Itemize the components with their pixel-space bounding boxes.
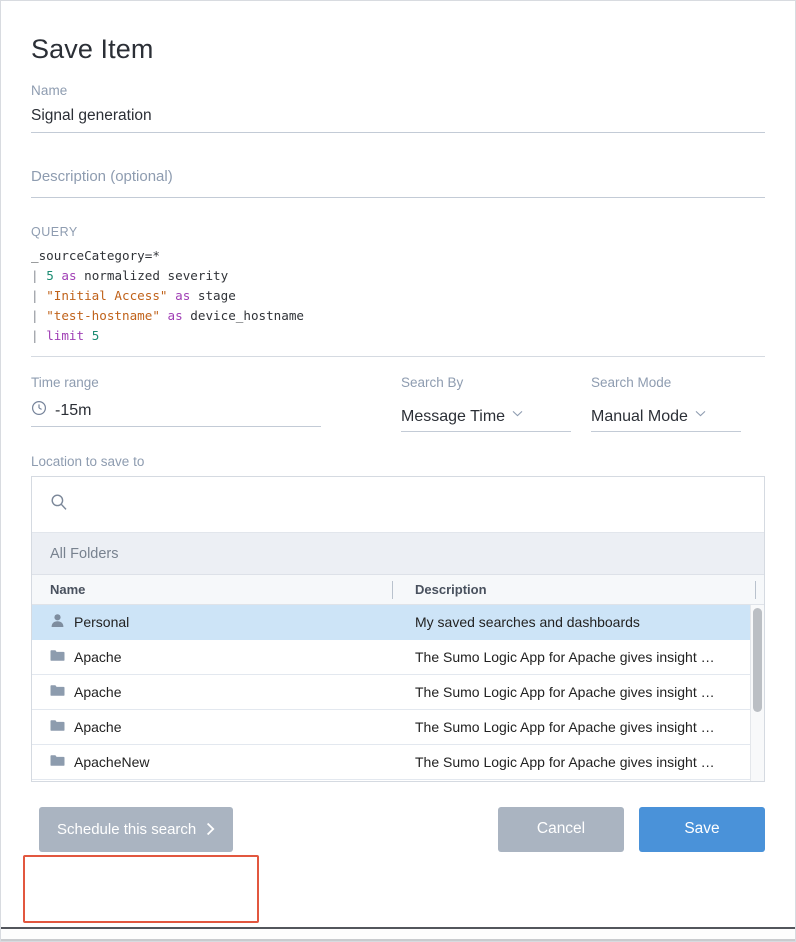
time-range-value: -15m bbox=[55, 402, 91, 420]
description-input[interactable] bbox=[31, 168, 765, 198]
row-name-cell: Apache bbox=[32, 684, 393, 700]
row-name: Apache bbox=[74, 719, 121, 735]
save-item-dialog: Save Item Name QUERY _sourceCategory=* |… bbox=[1, 1, 795, 927]
table-row[interactable]: Apache The Sumo Logic App for Apache giv… bbox=[32, 640, 764, 675]
description-field-group bbox=[31, 168, 765, 198]
cancel-button[interactable]: Cancel bbox=[498, 807, 624, 852]
folder-table-body: Personal My saved searches and dashboard… bbox=[32, 605, 764, 781]
search-by-group: Search By Message Time bbox=[401, 375, 571, 432]
search-mode-value: Manual Mode bbox=[591, 408, 688, 426]
chevron-right-icon bbox=[206, 822, 215, 836]
name-label: Name bbox=[31, 83, 765, 98]
row-description: The Sumo Logic App for Apache gives insi… bbox=[393, 754, 764, 770]
time-range-control[interactable]: -15m bbox=[31, 396, 321, 427]
schedule-this-search-button[interactable]: Schedule this search bbox=[39, 807, 233, 852]
query-section: QUERY _sourceCategory=* | 5 as normalize… bbox=[31, 225, 765, 357]
column-divider[interactable] bbox=[755, 581, 756, 599]
name-field-group: Name bbox=[31, 83, 765, 133]
folder-picker-panel: All Folders Name Description bbox=[31, 476, 765, 782]
chevron-down-icon bbox=[695, 404, 706, 422]
row-name-cell: ApacheNew bbox=[32, 754, 393, 770]
folder-icon bbox=[50, 754, 65, 770]
folder-table-header: Name Description bbox=[32, 575, 764, 605]
table-row[interactable]: ApacheNew The Sumo Logic App for Apache … bbox=[32, 745, 764, 780]
row-description: The Sumo Logic App for Apache gives insi… bbox=[393, 684, 764, 700]
folder-icon bbox=[50, 719, 65, 735]
search-by-select[interactable]: Message Time bbox=[401, 398, 571, 432]
folder-search-row bbox=[32, 477, 764, 533]
search-icon bbox=[50, 493, 68, 516]
row-description: The Sumo Logic App for Apache gives insi… bbox=[393, 719, 764, 735]
location-label: Location to save to bbox=[31, 454, 765, 469]
time-range-label: Time range bbox=[31, 375, 331, 390]
chevron-down-icon bbox=[512, 404, 523, 422]
search-mode-label: Search Mode bbox=[591, 375, 741, 390]
person-icon bbox=[50, 613, 65, 631]
search-by-label: Search By bbox=[401, 375, 571, 390]
query-code: _sourceCategory=* | 5 as normalized seve… bbox=[31, 246, 765, 357]
row-name-cell: Apache bbox=[32, 719, 393, 735]
breadcrumb[interactable]: All Folders bbox=[32, 533, 764, 575]
clock-icon bbox=[31, 400, 47, 421]
breadcrumb-label: All Folders bbox=[50, 546, 119, 562]
search-options-row: Time range -15m Search By Message Tim bbox=[31, 375, 765, 432]
dialog-footer: Schedule this search Cancel Save bbox=[31, 799, 765, 859]
search-mode-group: Search Mode Manual Mode bbox=[591, 375, 741, 432]
schedule-button-label: Schedule this search bbox=[57, 821, 196, 838]
row-name-cell: Personal bbox=[32, 613, 393, 631]
folder-icon bbox=[50, 684, 65, 700]
folder-icon bbox=[50, 649, 65, 665]
time-range-group: Time range -15m bbox=[31, 375, 331, 432]
folder-list-scrollbar-thumb[interactable] bbox=[753, 608, 762, 712]
page-title: Save Item bbox=[31, 1, 765, 65]
folder-search-input[interactable] bbox=[80, 496, 746, 514]
row-name-cell: Apache bbox=[32, 649, 393, 665]
table-row[interactable]: Apache The Sumo Logic App for Apache giv… bbox=[32, 675, 764, 710]
save-button[interactable]: Save bbox=[639, 807, 765, 852]
window-bottom-edge bbox=[1, 927, 795, 941]
row-name: ApacheNew bbox=[74, 754, 150, 770]
query-label: QUERY bbox=[31, 225, 765, 239]
name-input[interactable] bbox=[31, 98, 765, 133]
table-row[interactable]: Apache The Sumo Logic App for Apache giv… bbox=[32, 710, 764, 745]
column-header-description[interactable]: Description bbox=[393, 582, 755, 597]
table-row[interactable]: Personal My saved searches and dashboard… bbox=[32, 605, 764, 640]
search-mode-select[interactable]: Manual Mode bbox=[591, 398, 741, 432]
row-name: Apache bbox=[74, 649, 121, 665]
row-name: Apache bbox=[74, 684, 121, 700]
folder-list-scrollbar[interactable] bbox=[750, 605, 764, 781]
row-name: Personal bbox=[74, 614, 129, 630]
save-item-dialog-page: Save Item Name QUERY _sourceCategory=* |… bbox=[0, 0, 796, 942]
column-header-name[interactable]: Name bbox=[32, 582, 392, 597]
search-by-value: Message Time bbox=[401, 408, 505, 426]
row-description: My saved searches and dashboards bbox=[393, 614, 764, 630]
row-description: The Sumo Logic App for Apache gives insi… bbox=[393, 649, 764, 665]
location-section: Location to save to All Folders Name bbox=[31, 454, 765, 782]
